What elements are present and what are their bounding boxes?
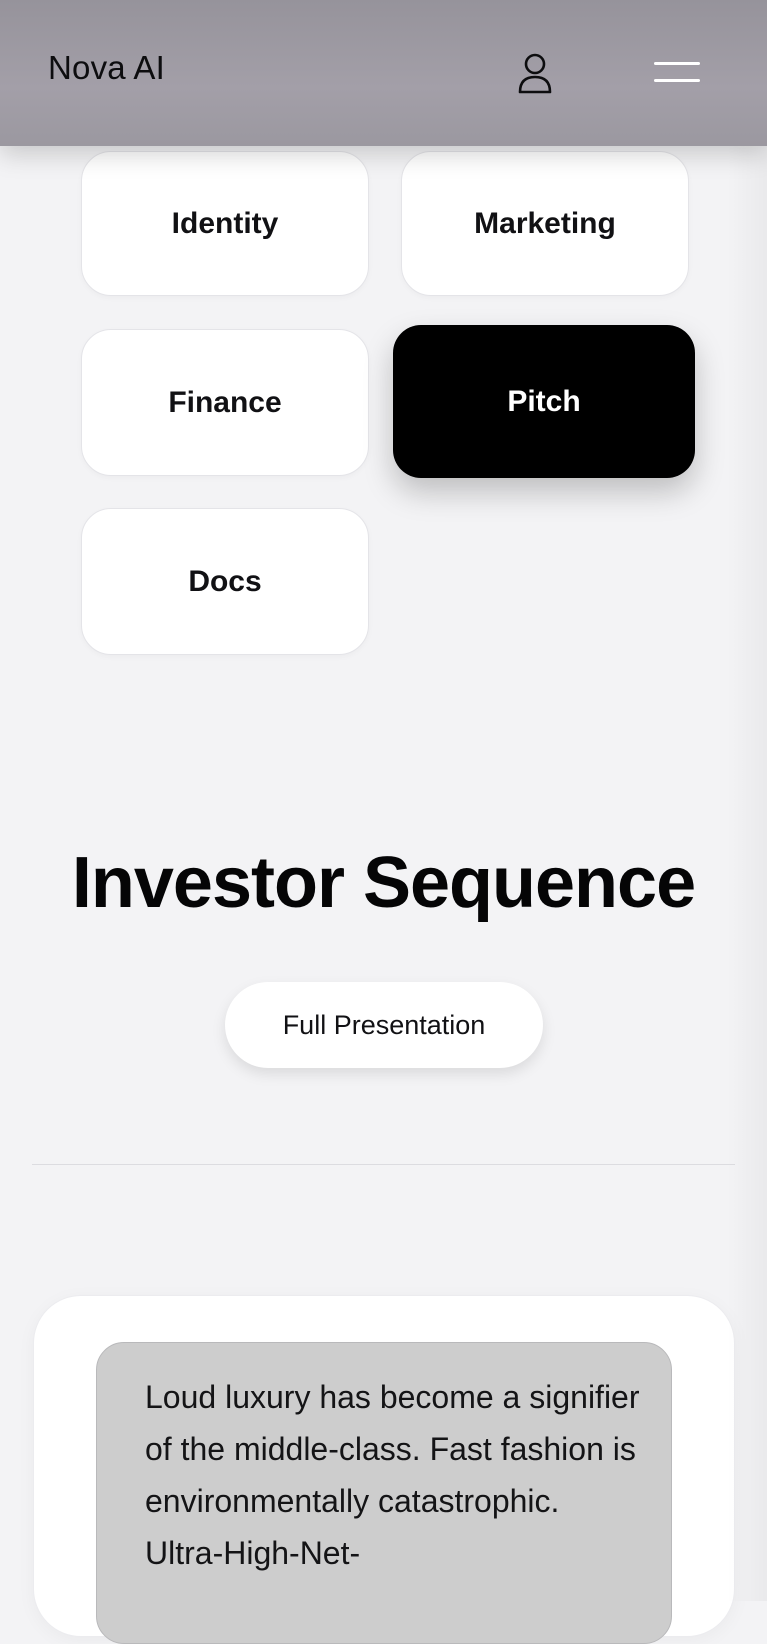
section-divider [32,1164,735,1165]
hamburger-menu-icon [654,62,700,65]
category-tile-finance[interactable]: Finance [81,329,369,476]
user-icon [518,53,552,94]
category-tile-identity[interactable]: Identity [81,151,369,296]
category-tile-marketing[interactable]: Marketing [401,151,689,296]
full-presentation-button[interactable]: Full Presentation [225,982,543,1068]
category-tile-docs[interactable]: Docs [81,508,369,655]
menu-button[interactable] [652,58,704,88]
profile-button[interactable] [512,50,558,96]
category-tile-label: Marketing [474,206,616,240]
top-nav-bar: Nova AI [0,0,767,146]
full-presentation-label: Full Presentation [282,1009,486,1040]
category-tile-label: Finance [168,385,282,419]
brand-name[interactable]: Nova AI [48,49,165,87]
section-title: Investor Sequence [71,843,696,923]
category-tile-label: Pitch [507,384,581,418]
quote-box: Loud luxury has become a signifier of th… [96,1342,672,1644]
category-tile-label: Docs [188,564,262,598]
hamburger-menu-icon-bar [654,79,700,82]
category-tile-label: Identity [171,206,279,240]
quote-text: Loud luxury has become a signifier of th… [145,1379,640,1571]
category-tile-pitch[interactable]: Pitch [393,325,695,478]
